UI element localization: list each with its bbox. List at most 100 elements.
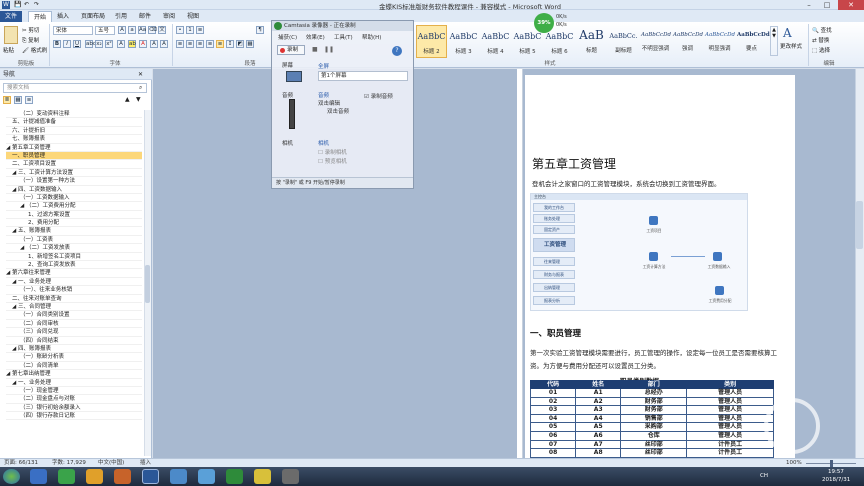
phonetic-icon[interactable]: 文	[158, 26, 166, 34]
tab-references[interactable]: 引用	[110, 11, 132, 22]
font-color-icon[interactable]: A	[139, 40, 147, 48]
taskbar-app-icon[interactable]	[170, 469, 187, 484]
table-cell[interactable]: 丝印部	[620, 439, 688, 450]
nav-heading-item[interactable]: ◢ 第七章出纳管理	[6, 370, 142, 379]
camtasia-menu-tools[interactable]: 工具(T)	[334, 33, 353, 41]
table-cell[interactable]: 07	[529, 439, 577, 450]
styles-scroll-icon[interactable]: ▲ ▼	[770, 26, 778, 56]
camtasia-recorder-window[interactable]: Camtasia 录像器 - 正在录制 捕获(C) 效果(E) 工具(T) 帮助…	[271, 20, 414, 189]
bullets-icon[interactable]: •	[176, 26, 184, 34]
table-cell[interactable]: 01	[529, 388, 577, 398]
undo-icon[interactable]: ↶	[24, 1, 29, 8]
highlight-icon[interactable]: ab	[128, 40, 136, 48]
nav-heading-item[interactable]: ◢ （二）工资发放表	[6, 244, 142, 253]
table-cell[interactable]: A8	[575, 448, 622, 458]
tab-review[interactable]: 审阅	[158, 11, 180, 22]
style-strong[interactable]: AaBbCcDd 要点	[736, 25, 770, 58]
font-name-select[interactable]: 宋体	[53, 26, 93, 35]
tab-page-layout[interactable]: 页面布局	[76, 11, 110, 22]
stop-icon[interactable]: ■	[312, 46, 318, 53]
nav-heading-item[interactable]: 二、工资项目设置	[6, 160, 142, 169]
justify-icon[interactable]: ≡	[206, 40, 214, 48]
nav-heading-item[interactable]: 1、新增签名工资项目	[6, 253, 142, 262]
table-cell[interactable]: 计件员工	[686, 439, 774, 450]
intro-paragraph[interactable]: 登机会计之家窗口的工资管理模块，系统会切换到工资管理界面。	[532, 178, 792, 191]
nav-heading-item[interactable]: ◢ （二）工资费用分配	[6, 202, 142, 211]
screen-select[interactable]: 第1个屏幕	[318, 71, 408, 81]
nav-heading-item[interactable]: 七、账簿报表	[6, 135, 142, 144]
nav-heading-item[interactable]: ◢ 四、工资数据输入	[6, 186, 142, 194]
taskbar-app-icon[interactable]	[114, 469, 131, 484]
style-title[interactable]: AaB 标题	[576, 25, 607, 58]
taskbar-app-icon[interactable]	[30, 469, 47, 484]
superscript-icon[interactable]: x²	[105, 40, 113, 48]
table-cell[interactable]: 采购部	[620, 422, 688, 432]
nav-heading-item[interactable]: ◢ 五、账簿报表	[6, 227, 142, 236]
table-cell[interactable]: A4	[575, 413, 622, 424]
document-page[interactable]: 第五章工资管理 登机会计之家窗口的工资管理模块，系统会切换到工资管理界面。 主控…	[525, 75, 795, 458]
taskbar-app-icon[interactable]	[254, 469, 271, 484]
help-icon[interactable]: ?	[392, 46, 402, 56]
record-camera-checkbox[interactable]: ☐ 录制相机	[318, 148, 347, 156]
section-heading[interactable]: 一、职员管理	[530, 327, 581, 339]
subscript-icon[interactable]: x₂	[95, 40, 103, 48]
nav-heading-item[interactable]: （一）设置第一种方法	[6, 177, 142, 186]
camtasia-title[interactable]: Camtasia 录像器 - 正在录制	[272, 21, 413, 31]
maximize-button[interactable]: □	[818, 0, 836, 10]
nav-heading-item[interactable]: （三）合同兑现	[6, 328, 142, 337]
audio-level-slider[interactable]	[289, 99, 295, 129]
document-scroll-thumb[interactable]	[856, 201, 863, 249]
table-cell[interactable]: A2	[575, 396, 622, 407]
tab-home[interactable]: 开始	[28, 11, 53, 22]
document-vertical-scrollbar[interactable]	[855, 69, 864, 458]
nav-heading-item[interactable]: （一）现金管理	[6, 387, 142, 396]
close-button[interactable]: ✕	[838, 0, 864, 10]
table-cell[interactable]: 05	[529, 422, 577, 432]
search-icon[interactable]: ⌕	[139, 84, 142, 92]
taskbar-app-icon[interactable]	[86, 469, 103, 484]
nav-heading-item[interactable]: （一）合同类别设置	[6, 311, 142, 320]
chapter-heading[interactable]: 第五章工资管理	[532, 155, 616, 172]
zoom-slider-thumb[interactable]	[830, 460, 833, 467]
nav-heading-item[interactable]: ◢ 一、业务处理	[6, 278, 142, 287]
camtasia-menu-effects[interactable]: 效果(E)	[306, 33, 325, 41]
style-emphasis[interactable]: AaBbCcDd 强调	[672, 25, 703, 58]
nav-heading-item[interactable]: （二）合同清单	[6, 362, 142, 371]
navigation-search-input[interactable]: 搜索文档	[3, 83, 147, 93]
tab-view[interactable]: 视图	[182, 11, 204, 22]
nav-heading-item[interactable]: ◢ 四、账簿报表	[6, 345, 142, 354]
underline-icon[interactable]: U	[73, 40, 81, 48]
nav-heading-item[interactable]: （一）、往来业务核销	[6, 286, 142, 295]
pages-view-icon[interactable]: ▦	[14, 96, 22, 104]
table-cell[interactable]: A6	[575, 430, 622, 441]
preview-camera-checkbox[interactable]: ☐ 预览相机	[318, 157, 347, 165]
table-cell[interactable]: 04	[529, 413, 577, 424]
nav-heading-item[interactable]: （三）银行初始余额录入	[6, 404, 142, 413]
copy-button[interactable]: ⎘ 复制	[22, 36, 39, 45]
nav-heading-item[interactable]: ◢ 第六章往来管理	[6, 269, 142, 278]
style-intense-emphasis[interactable]: AaBbCcDd 明显强调	[704, 25, 735, 58]
table-cell[interactable]: 02	[529, 396, 577, 407]
nav-heading-item[interactable]: 二、往来对账单查询	[6, 295, 142, 303]
screen-area-link[interactable]: 全屏	[318, 62, 329, 70]
section-paragraph[interactable]: 第一次实验工资管理模块需要进行，员工管理的操作，设定每一位员工是否需要核算工资。…	[530, 347, 782, 373]
clear-format-icon[interactable]: ⌫	[148, 26, 157, 34]
results-view-icon[interactable]: ≡	[25, 96, 33, 104]
table-cell[interactable]: 计件员工	[686, 448, 774, 458]
nav-heading-item[interactable]: （四）合同结束	[6, 337, 142, 345]
char-shading-icon[interactable]: A	[150, 40, 158, 48]
table-cell[interactable]: A7	[575, 439, 622, 450]
tab-insert[interactable]: 插入	[52, 11, 74, 22]
table-cell[interactable]: 销售部	[620, 413, 688, 424]
nav-heading-item[interactable]: ◢ 三、工资计算方法设置	[6, 169, 142, 178]
table-cell[interactable]: 财务部	[620, 405, 688, 415]
nav-heading-item[interactable]: 一、职员管理	[6, 151, 142, 161]
table-cell[interactable]: 管理人员	[686, 430, 774, 441]
select-button[interactable]: ⬚ 选择	[812, 46, 830, 54]
table-cell[interactable]: 丝印部	[620, 448, 688, 458]
change-styles-icon[interactable]: A	[783, 26, 797, 40]
italic-icon[interactable]: I	[63, 40, 71, 48]
table-cell[interactable]: 管理人员	[686, 422, 774, 432]
nav-heading-item[interactable]: ◢ 第五章工资管理	[6, 144, 142, 152]
char-border-icon[interactable]: A	[160, 40, 168, 48]
